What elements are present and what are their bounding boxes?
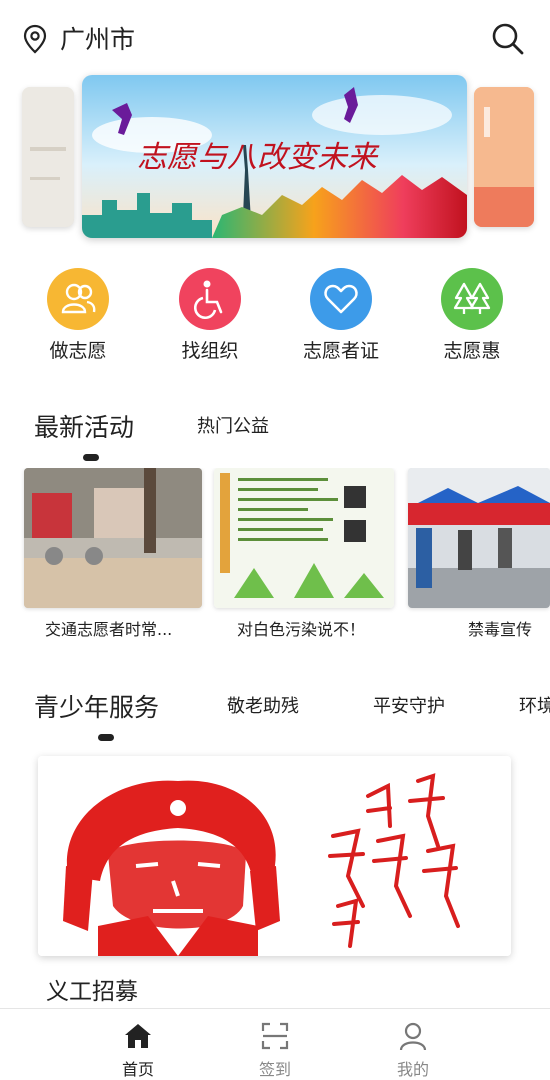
trees-icon [441,268,503,330]
tab-elderly-disabled[interactable]: 敬老助残 [227,692,299,718]
people-icon [47,268,109,330]
activity-list: 交通志愿者时常... 对白色污染说不！ 禁毒宣传 [0,468,550,648]
featured-poster[interactable] [38,756,511,956]
activity-card[interactable] [214,468,394,608]
bottom-nav: 首页 签到 我的 [0,1008,550,1080]
quick-entry-label: 做志愿 [49,340,107,362]
nav-label: 首页 [121,1060,154,1079]
tab-environment[interactable]: 环境 [519,692,550,718]
quick-entry-volunteer[interactable]: 做志愿 [18,268,138,368]
tab-popular-charity[interactable]: 热门公益 [197,412,269,438]
city-selector[interactable]: 广州市 [60,20,135,56]
heart-icon [310,268,372,330]
nav-profile[interactable]: 我的 [353,1009,473,1080]
home-icon [125,1024,151,1048]
nav-label: 签到 [258,1060,291,1079]
nav-label: 我的 [396,1060,429,1079]
banner-slogan: 志愿与八改变未来 [137,140,380,175]
service-tabs: 青少年服务 敬老助残 平安守护 环境 [0,688,550,741]
banner-carousel[interactable]: 志愿与八改变未来 [0,75,550,245]
quick-entry-certificate[interactable]: 志愿者证 [281,268,401,368]
user-icon [399,1022,427,1051]
activity-tabs: 最新活动 热门公益 [0,408,550,461]
banner-prev-slide[interactable] [22,87,74,227]
quick-entry-label: 找组织 [181,340,239,362]
tab-active-indicator [83,454,99,461]
nav-checkin[interactable]: 签到 [215,1009,335,1080]
activity-title: 对白色污染说不！ [237,620,366,639]
quick-entry-grid: 做志愿 找组织 志愿者证 志愿惠 [0,268,550,368]
quick-entry-label: 志愿惠 [443,340,501,362]
tab-safety-guard[interactable]: 平安守护 [373,692,445,718]
tab-latest-activities[interactable]: 最新活动 [34,408,134,444]
tab-youth-service[interactable]: 青少年服务 [34,688,159,724]
wheelchair-icon [179,268,241,330]
activity-card[interactable] [24,468,202,608]
nav-home[interactable]: 首页 [78,1009,198,1080]
tab-active-indicator [98,734,114,741]
activity-title: 交通志愿者时常... [45,620,173,639]
location-pin-icon[interactable] [22,24,48,54]
activity-title: 禁毒宣传 [468,620,533,639]
banner-main-slide[interactable]: 志愿与八改变未来 [82,75,467,238]
scan-icon [261,1022,289,1050]
quick-entry-organization[interactable]: 找组织 [150,268,270,368]
top-bar: 广州市 [0,0,550,75]
search-icon[interactable] [489,20,525,56]
quick-entry-benefits[interactable]: 志愿惠 [412,268,532,368]
poster-caption: 义工招募 [46,979,138,1005]
quick-entry-label: 志愿者证 [302,340,379,362]
activity-card[interactable] [408,468,550,608]
banner-next-slide[interactable] [474,87,534,227]
